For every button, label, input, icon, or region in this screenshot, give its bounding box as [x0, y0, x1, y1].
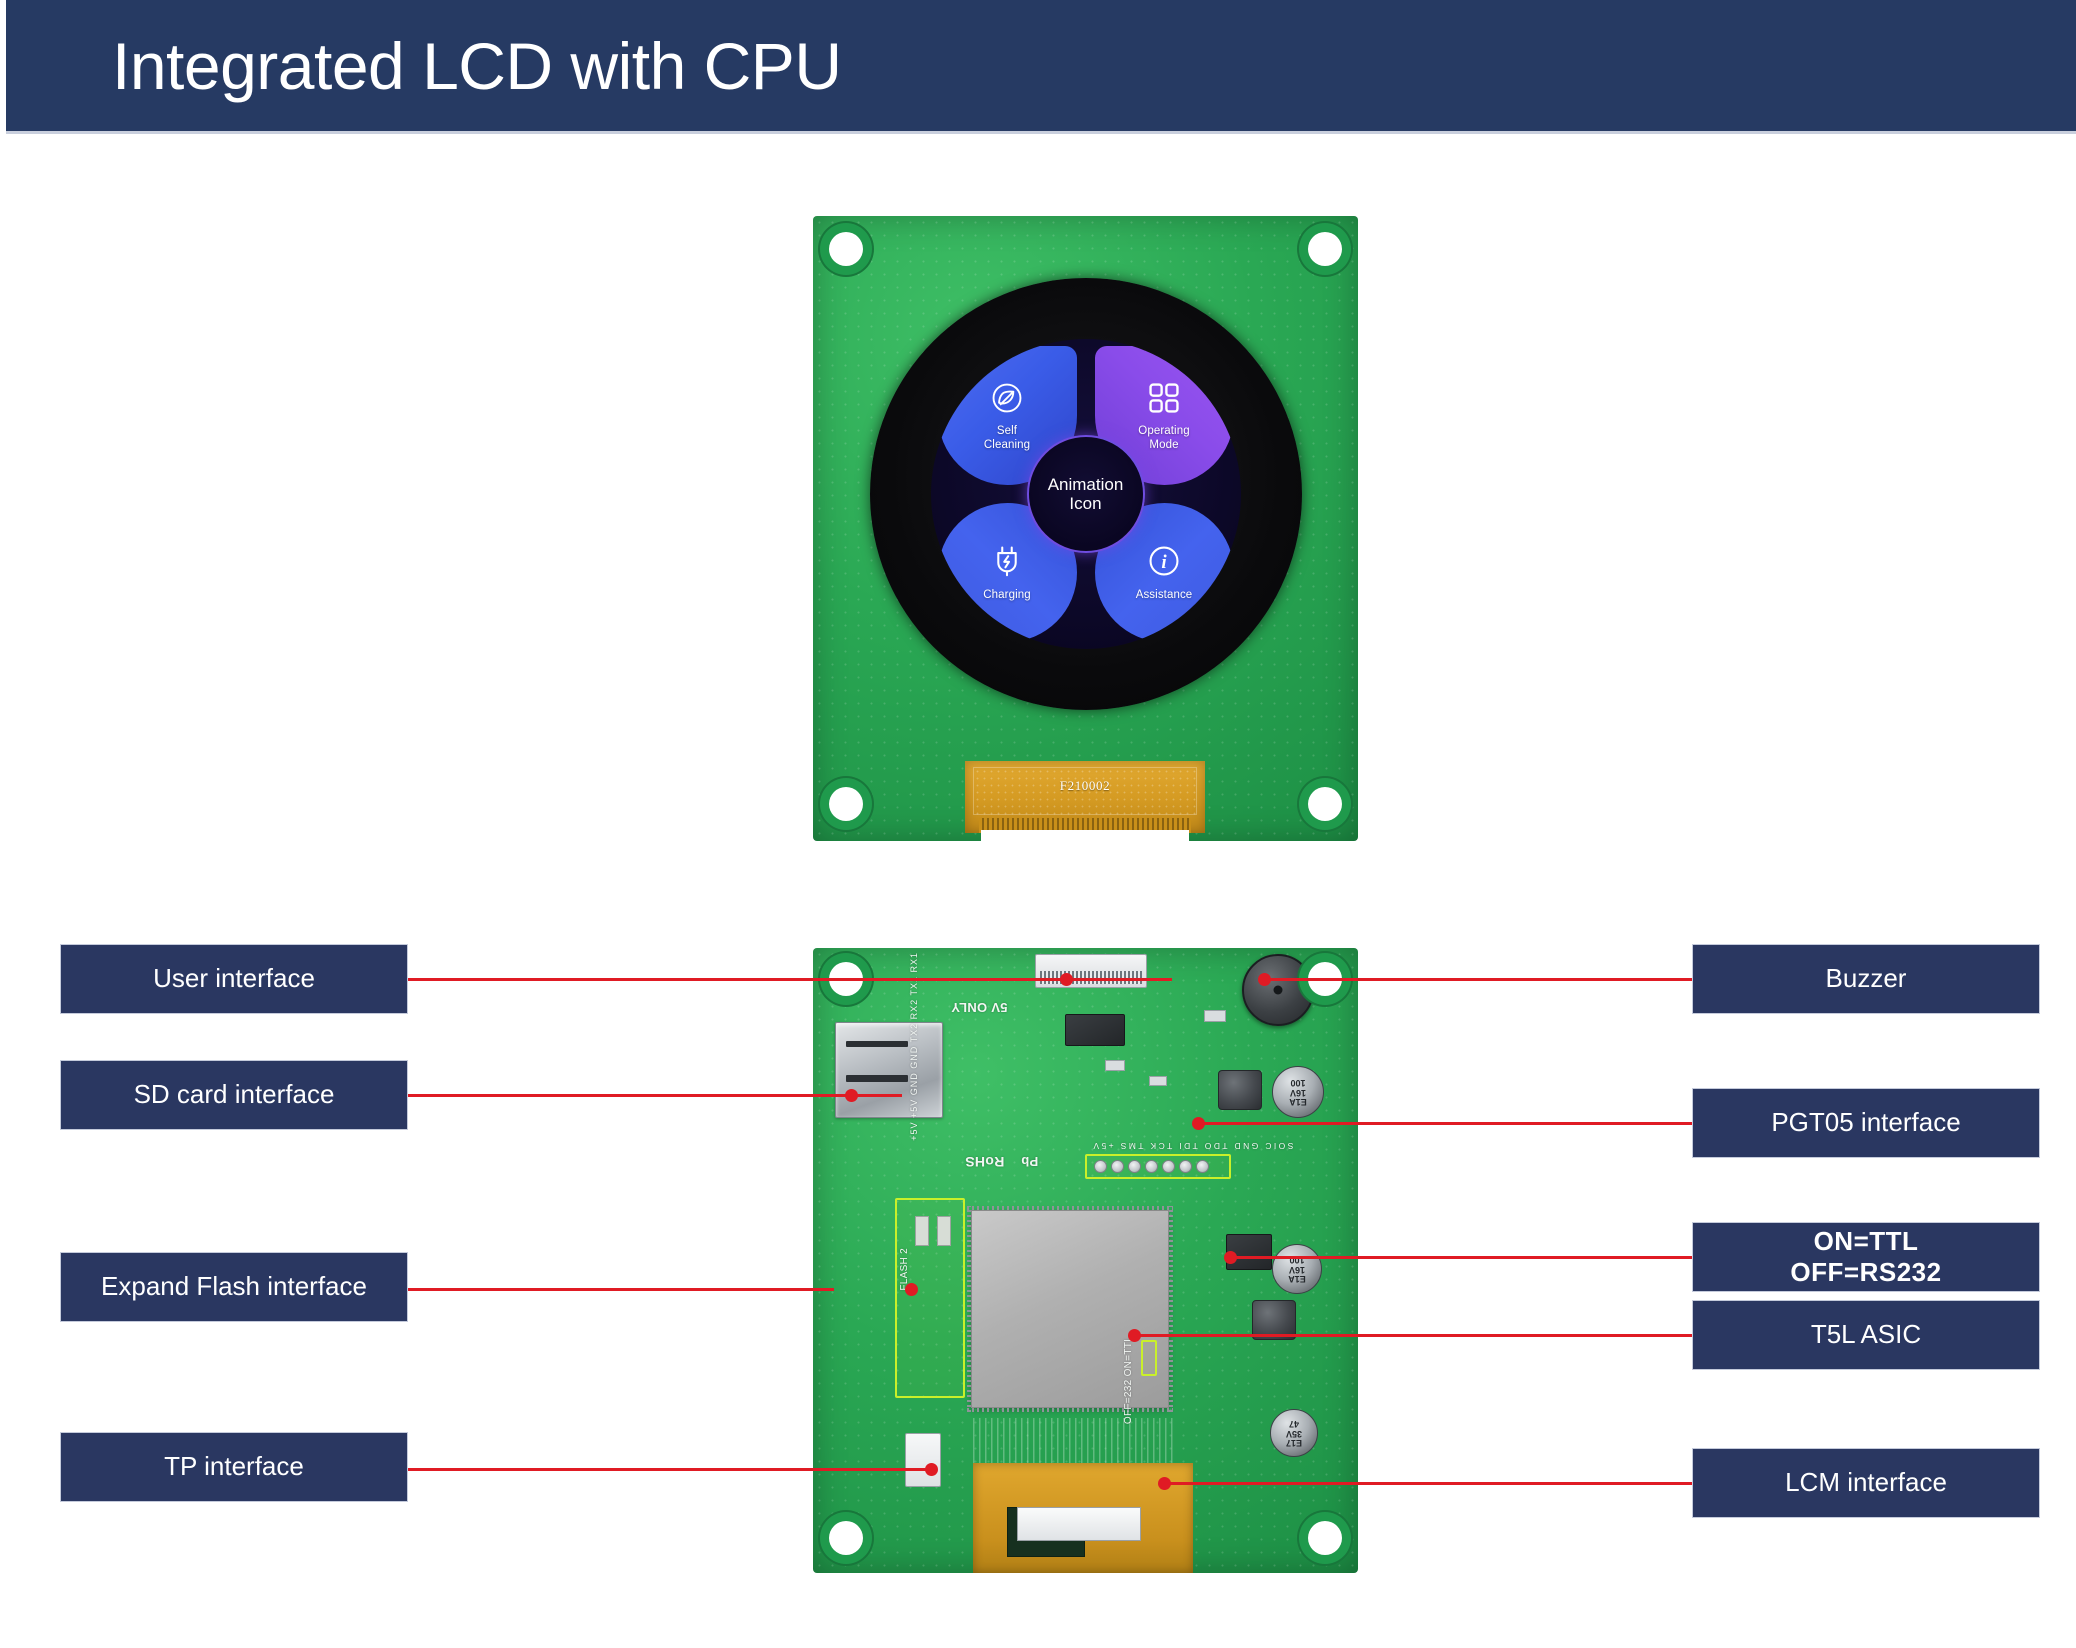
callout-ttl-rs232-line2: OFF=RS232 [1790, 1257, 1942, 1287]
electrolytic-capacitor-1: E1A 16V 100 [1272, 1066, 1324, 1118]
pgt05-pin-header[interactable] [1091, 1158, 1227, 1175]
svg-text:i: i [1161, 552, 1167, 573]
callout-pgt05-interface-label: PGT05 interface [1771, 1107, 1961, 1138]
leader-dot-sd-card [845, 1089, 858, 1102]
callout-lcm-interface[interactable]: LCM interface [1692, 1448, 2040, 1518]
callout-ttl-rs232[interactable]: ON=TTL OFF=RS232 [1692, 1222, 2040, 1292]
electrolytic-capacitor-2: E1A 16V 100 [1272, 1244, 1322, 1294]
leader-dot-tp-interface [925, 1463, 938, 1476]
silkscreen-5v-only: 5V ONLY [951, 1000, 1008, 1015]
leader-ttl-rs232 [1228, 1256, 1692, 1259]
silkscreen-pb: Pb [1021, 1154, 1039, 1169]
leader-t5l-asic [1132, 1334, 1692, 1337]
plug-bolt-icon [988, 542, 1026, 580]
leader-expand-flash [402, 1288, 834, 1291]
callout-buzzer-label: Buzzer [1825, 963, 1907, 994]
voltage-regulator-ic [1065, 1014, 1125, 1046]
callout-buzzer[interactable]: Buzzer [1692, 944, 2040, 1014]
silkscreen-ttl-switch: OFF=232 ON=TTL [1123, 1336, 1134, 1425]
leader-dot-expand-flash [905, 1283, 918, 1296]
round-lcd-bezel: Self Cleaning Operating Mode Charging i … [869, 278, 1302, 710]
cap-value-2b: 16V [1289, 1264, 1306, 1275]
callout-user-interface-label: User interface [153, 963, 315, 994]
cap-value-1c: 100 [1290, 1078, 1306, 1089]
silkscreen-jtag-pins: SOIC GND TDO TDI TCK TMS +5V [1091, 1141, 1294, 1151]
ttl-switch-highlight [1141, 1340, 1157, 1376]
callout-sd-card-interface-label: SD card interface [133, 1079, 335, 1110]
leader-dot-lcm-interface [1158, 1477, 1171, 1490]
silkscreen-rohs: RoHS [965, 1154, 1005, 1170]
board-bottom-notch [981, 830, 1189, 841]
mount-hole-bottom-right [1308, 1521, 1342, 1555]
leader-pgt05 [1196, 1122, 1692, 1125]
smd-resistor-3 [1204, 1010, 1226, 1022]
cap-value-1a: E1A [1289, 1097, 1307, 1108]
callout-t5l-asic-label: T5L ASIC [1810, 1319, 1922, 1350]
front-fpc-ribbon: F210002 [965, 761, 1205, 833]
quadrant-label-line2: Cleaning [983, 438, 1031, 451]
leader-dot-user-interface [1060, 973, 1073, 986]
leader-lcm-interface [1162, 1482, 1692, 1485]
mount-hole-bottom-left [829, 787, 863, 821]
callout-user-interface[interactable]: User interface [60, 944, 408, 1014]
hub-label-line2: Icon [1069, 494, 1102, 513]
quadrant-label-line1: Self [996, 424, 1018, 437]
tp-interface-connector[interactable] [905, 1433, 941, 1487]
smd-resistor-2 [1149, 1076, 1167, 1086]
back-view-board: RoHS Pb 5V ONLY OFF=232 ON=TTL FLASH 2 +… [813, 948, 1358, 1573]
mount-hole-top-left [829, 232, 863, 266]
leader-buzzer [1262, 978, 1692, 981]
info-icon: i [1145, 542, 1183, 580]
cap-value-1b: 16V [1290, 1087, 1307, 1098]
mount-hole-top-right [1308, 232, 1342, 266]
grid-icon [1145, 379, 1183, 417]
power-inductor-1 [1218, 1070, 1262, 1110]
callout-ttl-rs232-line1: ON=TTL [1813, 1225, 1919, 1256]
slide-header-bar: Integrated LCD with CPU [6, 0, 2076, 134]
callout-tp-interface-label: TP interface [164, 1451, 304, 1482]
callout-lcm-interface-label: LCM interface [1785, 1467, 1947, 1498]
buzzer-component [1242, 954, 1314, 1026]
callout-sd-card-interface[interactable]: SD card interface [60, 1060, 408, 1130]
round-lcd-screen[interactable]: Self Cleaning Operating Mode Charging i … [930, 339, 1241, 649]
cap-value-3c: 47 [1289, 1419, 1300, 1430]
leader-sd-card [402, 1094, 902, 1097]
callout-pgt05-interface[interactable]: PGT05 interface [1692, 1088, 2040, 1158]
mount-hole-bottom-left [829, 1521, 863, 1555]
quadrant-label-line2: Mode [1149, 438, 1179, 451]
leader-dot-buzzer [1258, 973, 1271, 986]
leader-dot-t5l-asic [1128, 1329, 1141, 1342]
callout-expand-flash-interface-label: Expand Flash interface [101, 1271, 367, 1302]
front-view-board: Self Cleaning Operating Mode Charging i … [813, 216, 1358, 841]
quadrant-label-line1: Charging [983, 589, 1031, 602]
quadrant-label-line1: Operating [1138, 424, 1190, 437]
smd-resistor-1 [1105, 1060, 1125, 1071]
user-interface-connector[interactable] [1035, 954, 1147, 988]
lcm-interface-connector[interactable] [1017, 1507, 1141, 1541]
sd-card-slot[interactable] [835, 1022, 943, 1118]
page-title: Integrated LCD with CPU [112, 28, 842, 103]
expand-flash-highlight [895, 1198, 965, 1398]
mount-hole-bottom-right [1308, 787, 1342, 821]
animation-icon-hub[interactable]: Animation Icon [1026, 435, 1145, 553]
leaf-icon [988, 379, 1026, 417]
t5l-asic-chip [967, 1206, 1173, 1412]
hub-label-line1: Animation [1047, 474, 1124, 494]
callout-expand-flash-interface[interactable]: Expand Flash interface [60, 1252, 408, 1322]
cap-value-3a: E17 [1286, 1438, 1303, 1449]
quadrant-label-line1: Assistance [1135, 589, 1193, 602]
cap-value-3b: 35V [1286, 1428, 1303, 1439]
leader-user-interface [402, 978, 1172, 981]
leader-tp-interface [402, 1468, 932, 1471]
leader-dot-ttl-rs232 [1224, 1251, 1237, 1264]
leader-dot-pgt05 [1192, 1117, 1205, 1130]
callout-t5l-asic[interactable]: T5L ASIC [1692, 1300, 2040, 1370]
cap-value-2a: E1A [1288, 1274, 1306, 1285]
callout-tp-interface[interactable]: TP interface [60, 1432, 408, 1502]
fpc-part-number: F210002 [1059, 778, 1111, 793]
slide-root: Integrated LCD with CPU Self Cleaning Op… [0, 0, 2076, 1648]
electrolytic-capacitor-3: E17 35V 47 [1270, 1409, 1318, 1457]
